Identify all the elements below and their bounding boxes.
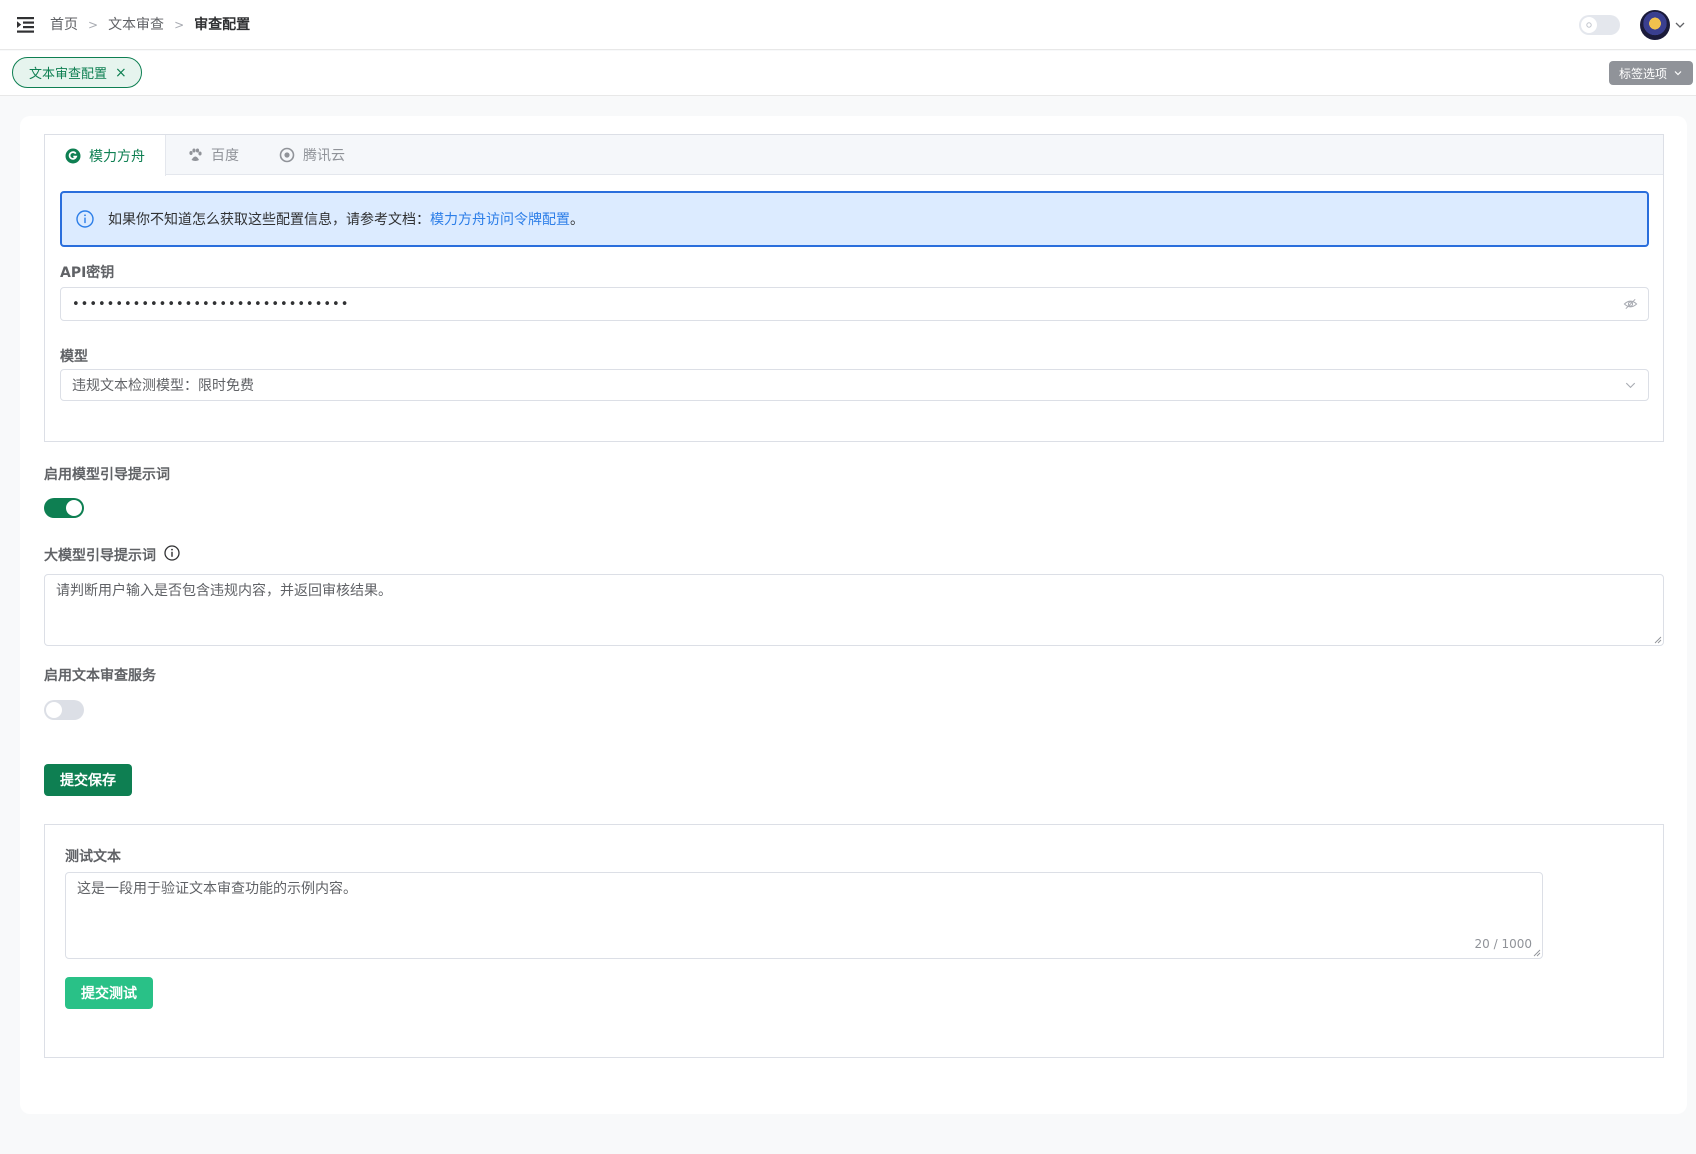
- breadcrumb-home[interactable]: 首页: [50, 15, 78, 35]
- info-circle-icon[interactable]: [164, 545, 180, 561]
- tags-bar: 文本审查配置 × 标签选项: [0, 51, 1696, 96]
- breadcrumb-text-review[interactable]: 文本审查: [108, 15, 164, 35]
- switch-knob: [66, 500, 82, 516]
- breadcrumb-separator-icon: >: [174, 18, 185, 32]
- provider-tabs: 模力方舟 百度 腾讯云 如果你不知道怎么获取这些配置信息，请参考文档： 模力方舟…: [44, 134, 1664, 442]
- switch-knob: [46, 702, 62, 718]
- menu-fold-icon[interactable]: [17, 16, 34, 33]
- info-circle-icon: [76, 210, 94, 228]
- g-logo-icon: [65, 148, 81, 163]
- alert-text: 如果你不知道怎么获取这些配置信息，请参考文档：: [108, 212, 430, 228]
- model-select[interactable]: 违规文本检测模型：限时免费: [60, 369, 1649, 401]
- tag-label: 文本审查配置: [29, 67, 108, 82]
- tabs-header: 模力方舟 百度 腾讯云: [45, 135, 1663, 176]
- char-counter: 20 / 1000: [1474, 937, 1532, 951]
- alert-suffix: 。: [570, 212, 584, 228]
- model-selected-value: 违规文本检测模型：限时免费: [72, 378, 254, 394]
- tab-baidu[interactable]: 百度: [167, 135, 259, 175]
- test-text-value: 这是一段用于验证文本审查功能的示例内容。: [77, 881, 357, 897]
- prompt-label: 大模型引导提示词: [44, 548, 156, 564]
- breadcrumb: 首页 > 文本审查 > 审查配置: [50, 15, 250, 35]
- model-label: 模型: [60, 349, 88, 365]
- user-avatar[interactable]: [1640, 10, 1670, 40]
- enable-prompt-label: 启用模型引导提示词: [44, 467, 170, 483]
- submit-save-button[interactable]: 提交保存: [44, 764, 132, 796]
- test-panel: 测试文本 这是一段用于验证文本审查功能的示例内容。 20 / 1000 提交测试: [44, 824, 1664, 1058]
- tab-tencent-cloud[interactable]: 腾讯云: [259, 135, 365, 175]
- chevron-down-icon: [1674, 71, 1682, 76]
- tencent-cloud-icon: [279, 147, 295, 163]
- tag-options-button[interactable]: 标签选项: [1609, 61, 1694, 85]
- tag-text-review-config[interactable]: 文本审查配置 ×: [12, 57, 142, 88]
- close-icon[interactable]: ×: [115, 66, 127, 80]
- breadcrumb-current: 审查配置: [194, 17, 251, 33]
- test-textarea[interactable]: 这是一段用于验证文本审查功能的示例内容。 20 / 1000: [65, 872, 1543, 959]
- eye-hidden-icon[interactable]: [1623, 297, 1638, 312]
- api-key-label: API密钥: [60, 265, 115, 281]
- docs-link[interactable]: 模力方舟访问令牌配置: [430, 209, 570, 229]
- sun-icon: [1581, 17, 1597, 33]
- tag-options-label: 标签选项: [1619, 66, 1668, 81]
- resize-handle-icon[interactable]: [1533, 949, 1541, 957]
- prompt-textarea[interactable]: 请判断用户输入是否包含违规内容，并返回审核结果。: [44, 574, 1664, 646]
- enable-service-label: 启用文本审查服务: [44, 668, 156, 684]
- enable-prompt-switch[interactable]: [44, 498, 84, 518]
- paw-icon: [189, 148, 202, 161]
- test-text-label: 测试文本: [65, 849, 121, 865]
- api-key-value: ••••••••••••••••••••••••••••••••: [72, 296, 350, 312]
- enable-service-switch[interactable]: [44, 700, 84, 720]
- resize-handle-icon[interactable]: [1654, 636, 1662, 644]
- tab-label: 模力方舟: [89, 148, 145, 165]
- prompt-value: 请判断用户输入是否包含违规内容，并返回审核结果。: [56, 583, 392, 599]
- chevron-down-icon: [1625, 382, 1636, 389]
- tab-label: 腾讯云: [303, 148, 345, 164]
- tab-label: 百度: [211, 148, 239, 164]
- info-alert: 如果你不知道怎么获取这些配置信息，请参考文档： 模力方舟访问令牌配置 。: [60, 191, 1649, 247]
- main-card: 模力方舟 百度 腾讯云 如果你不知道怎么获取这些配置信息，请参考文档： 模力方舟…: [20, 116, 1687, 1114]
- dark-mode-toggle[interactable]: [1579, 15, 1620, 35]
- api-key-input[interactable]: ••••••••••••••••••••••••••••••••: [60, 287, 1649, 321]
- chevron-down-icon[interactable]: [1674, 19, 1686, 31]
- breadcrumb-separator-icon: >: [88, 18, 99, 32]
- top-header: 首页 > 文本审查 > 审查配置: [0, 0, 1696, 50]
- submit-test-button[interactable]: 提交测试: [65, 977, 153, 1009]
- tab-moli-fangzhou[interactable]: 模力方舟: [45, 135, 166, 176]
